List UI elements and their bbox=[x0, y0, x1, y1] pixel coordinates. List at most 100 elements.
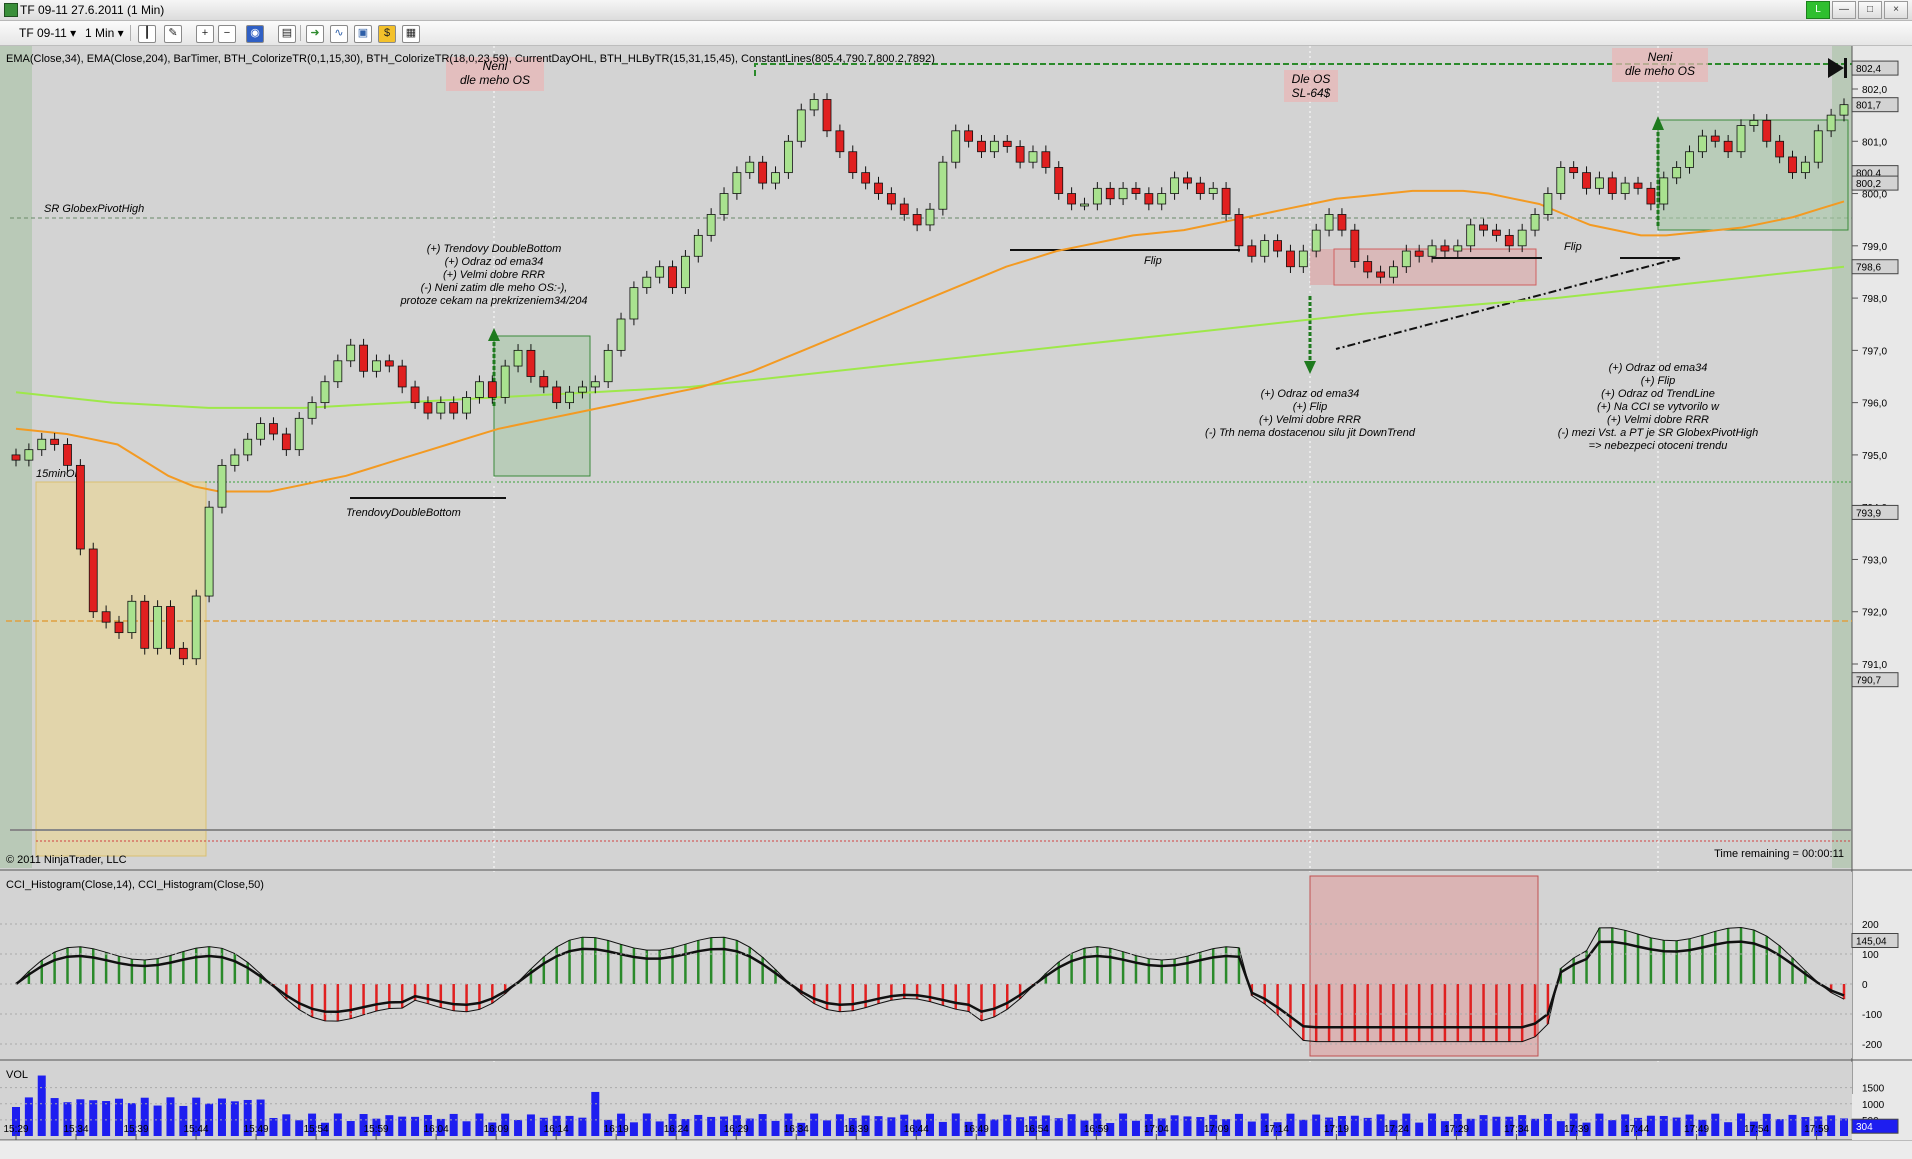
time-axis-label: 16:04 bbox=[424, 1124, 449, 1135]
volume-bar bbox=[1131, 1120, 1140, 1136]
time-axis-label: 16:19 bbox=[604, 1124, 629, 1135]
candle-body bbox=[1582, 172, 1591, 189]
volume-bar bbox=[938, 1121, 947, 1136]
candle-body bbox=[668, 266, 677, 289]
volume-bar bbox=[1840, 1118, 1848, 1136]
volume-bar bbox=[874, 1116, 883, 1136]
volume-bar bbox=[771, 1120, 780, 1136]
price-marker-label: 798,6 bbox=[1856, 263, 1881, 274]
candle-body bbox=[1620, 182, 1630, 194]
volume-bar bbox=[1479, 1115, 1488, 1136]
time-axis-label: 16:39 bbox=[844, 1124, 869, 1135]
flip-label-2: Flip bbox=[1564, 241, 1582, 253]
candle-body bbox=[1221, 187, 1231, 215]
candle-body bbox=[281, 433, 291, 451]
zoom-out-icon[interactable]: − bbox=[218, 25, 236, 43]
candle-body bbox=[1556, 167, 1566, 194]
note3-line: => nebezpeci otoceni trendu bbox=[1589, 440, 1728, 452]
volume-bar bbox=[1788, 1114, 1797, 1136]
candle-body bbox=[1337, 214, 1347, 231]
price-marker-label: 800,2 bbox=[1856, 179, 1881, 190]
instrument-label: TF 09-11 bbox=[19, 26, 67, 40]
candle-body bbox=[1479, 224, 1488, 231]
candle-body bbox=[166, 606, 175, 649]
time-axis-label: 15:39 bbox=[124, 1124, 149, 1135]
status-bar bbox=[0, 1140, 1912, 1159]
zoom-in-icon[interactable]: + bbox=[196, 25, 214, 43]
candle-body bbox=[1633, 182, 1643, 189]
candle-body bbox=[835, 130, 845, 153]
neni2-line2: dle meho OS bbox=[1625, 64, 1695, 78]
minimize-button[interactable]: — bbox=[1832, 1, 1856, 19]
dle-os-line1: Dle OS bbox=[1292, 72, 1331, 86]
candle-body bbox=[191, 595, 201, 660]
volume-bar bbox=[951, 1113, 960, 1136]
time-axis-label: 16:29 bbox=[724, 1124, 749, 1135]
window-controls: L — □ × bbox=[1806, 1, 1908, 19]
candle-body bbox=[1247, 245, 1257, 257]
volume-bar bbox=[1775, 1119, 1784, 1136]
globe-icon[interactable]: ◉ bbox=[246, 25, 264, 43]
candle-body bbox=[384, 360, 394, 367]
candle-body bbox=[1762, 119, 1772, 142]
candle-body bbox=[552, 386, 562, 404]
time-axis-label: 17:54 bbox=[1744, 1124, 1769, 1135]
indicators-icon[interactable]: ∿ bbox=[330, 25, 348, 43]
strategy-icon[interactable]: ➜ bbox=[306, 25, 324, 43]
price-marker-label: 793,9 bbox=[1856, 508, 1881, 519]
candle-body bbox=[706, 214, 716, 236]
money-icon[interactable]: $ bbox=[378, 25, 396, 43]
candle-body bbox=[1440, 245, 1450, 252]
candle-body bbox=[616, 318, 626, 351]
time-axis-label: 15:59 bbox=[364, 1124, 389, 1135]
volume-bar bbox=[37, 1075, 46, 1136]
candle-body bbox=[1813, 130, 1823, 163]
note1-line: (+) Velmi dobre RRR bbox=[443, 269, 545, 281]
candle-body bbox=[75, 464, 85, 550]
volume-bar bbox=[449, 1113, 458, 1136]
candle-body bbox=[63, 444, 72, 466]
candle-body bbox=[1105, 187, 1115, 200]
volume-bar bbox=[475, 1113, 484, 1136]
time-axis-label: 17:49 bbox=[1684, 1124, 1709, 1135]
candle-body bbox=[693, 234, 703, 257]
interval-dropdown[interactable]: 1 Min ▾ bbox=[80, 24, 129, 43]
candle-body bbox=[1157, 193, 1167, 205]
candle-body bbox=[1466, 224, 1476, 247]
vol-axis-label: 1500 bbox=[1862, 1084, 1885, 1095]
candle-body bbox=[1041, 151, 1051, 168]
price-axis-label: 792,0 bbox=[1862, 608, 1887, 619]
candle-body bbox=[938, 161, 948, 210]
candle-body bbox=[539, 376, 549, 388]
volume-bar bbox=[591, 1091, 600, 1136]
instrument-dropdown[interactable]: TF 09-11 ▾ bbox=[14, 24, 81, 43]
cci-axis-label: 100 bbox=[1862, 950, 1879, 961]
draw-tool-icon[interactable]: ✎ bbox=[164, 25, 182, 43]
price-axis-label: 793,0 bbox=[1862, 555, 1887, 566]
chart-area[interactable]: 15minOR SR GlobexPivotHigh TrendovyDoubl… bbox=[0, 46, 1912, 1140]
candle-body bbox=[114, 621, 124, 634]
price-marker-label: 801,7 bbox=[1856, 101, 1881, 112]
or15-label: 15minOR bbox=[36, 468, 83, 480]
price-axis-label: 796,0 bbox=[1862, 399, 1887, 410]
data-box-icon[interactable]: ▦ bbox=[402, 25, 420, 43]
chart-canvas[interactable]: 15minOR SR GlobexPivotHigh TrendovyDoubl… bbox=[0, 46, 1912, 1140]
note1-line: (+) Odraz od ema34 bbox=[445, 256, 544, 268]
close-button[interactable]: × bbox=[1884, 1, 1908, 19]
candle-body bbox=[899, 203, 909, 215]
properties-icon[interactable]: ▤ bbox=[278, 25, 296, 43]
candle-body bbox=[1028, 151, 1038, 163]
candle-body bbox=[590, 381, 600, 388]
maximize-button[interactable]: □ bbox=[1858, 1, 1882, 19]
volume-bar bbox=[1428, 1113, 1437, 1136]
chart-style-icon[interactable]: ┃ bbox=[138, 25, 156, 43]
volume-bar bbox=[398, 1116, 407, 1136]
candle-body bbox=[603, 349, 613, 383]
candle-body bbox=[1054, 167, 1064, 194]
candle-body bbox=[217, 464, 227, 508]
note1-line: protoze cekam na prekrizeniem34/204 bbox=[399, 295, 587, 307]
link-button[interactable]: L bbox=[1806, 1, 1830, 19]
candle-body bbox=[1646, 187, 1656, 205]
volume-bar bbox=[1183, 1116, 1192, 1136]
chart-trader-icon[interactable]: ▣ bbox=[354, 25, 372, 43]
